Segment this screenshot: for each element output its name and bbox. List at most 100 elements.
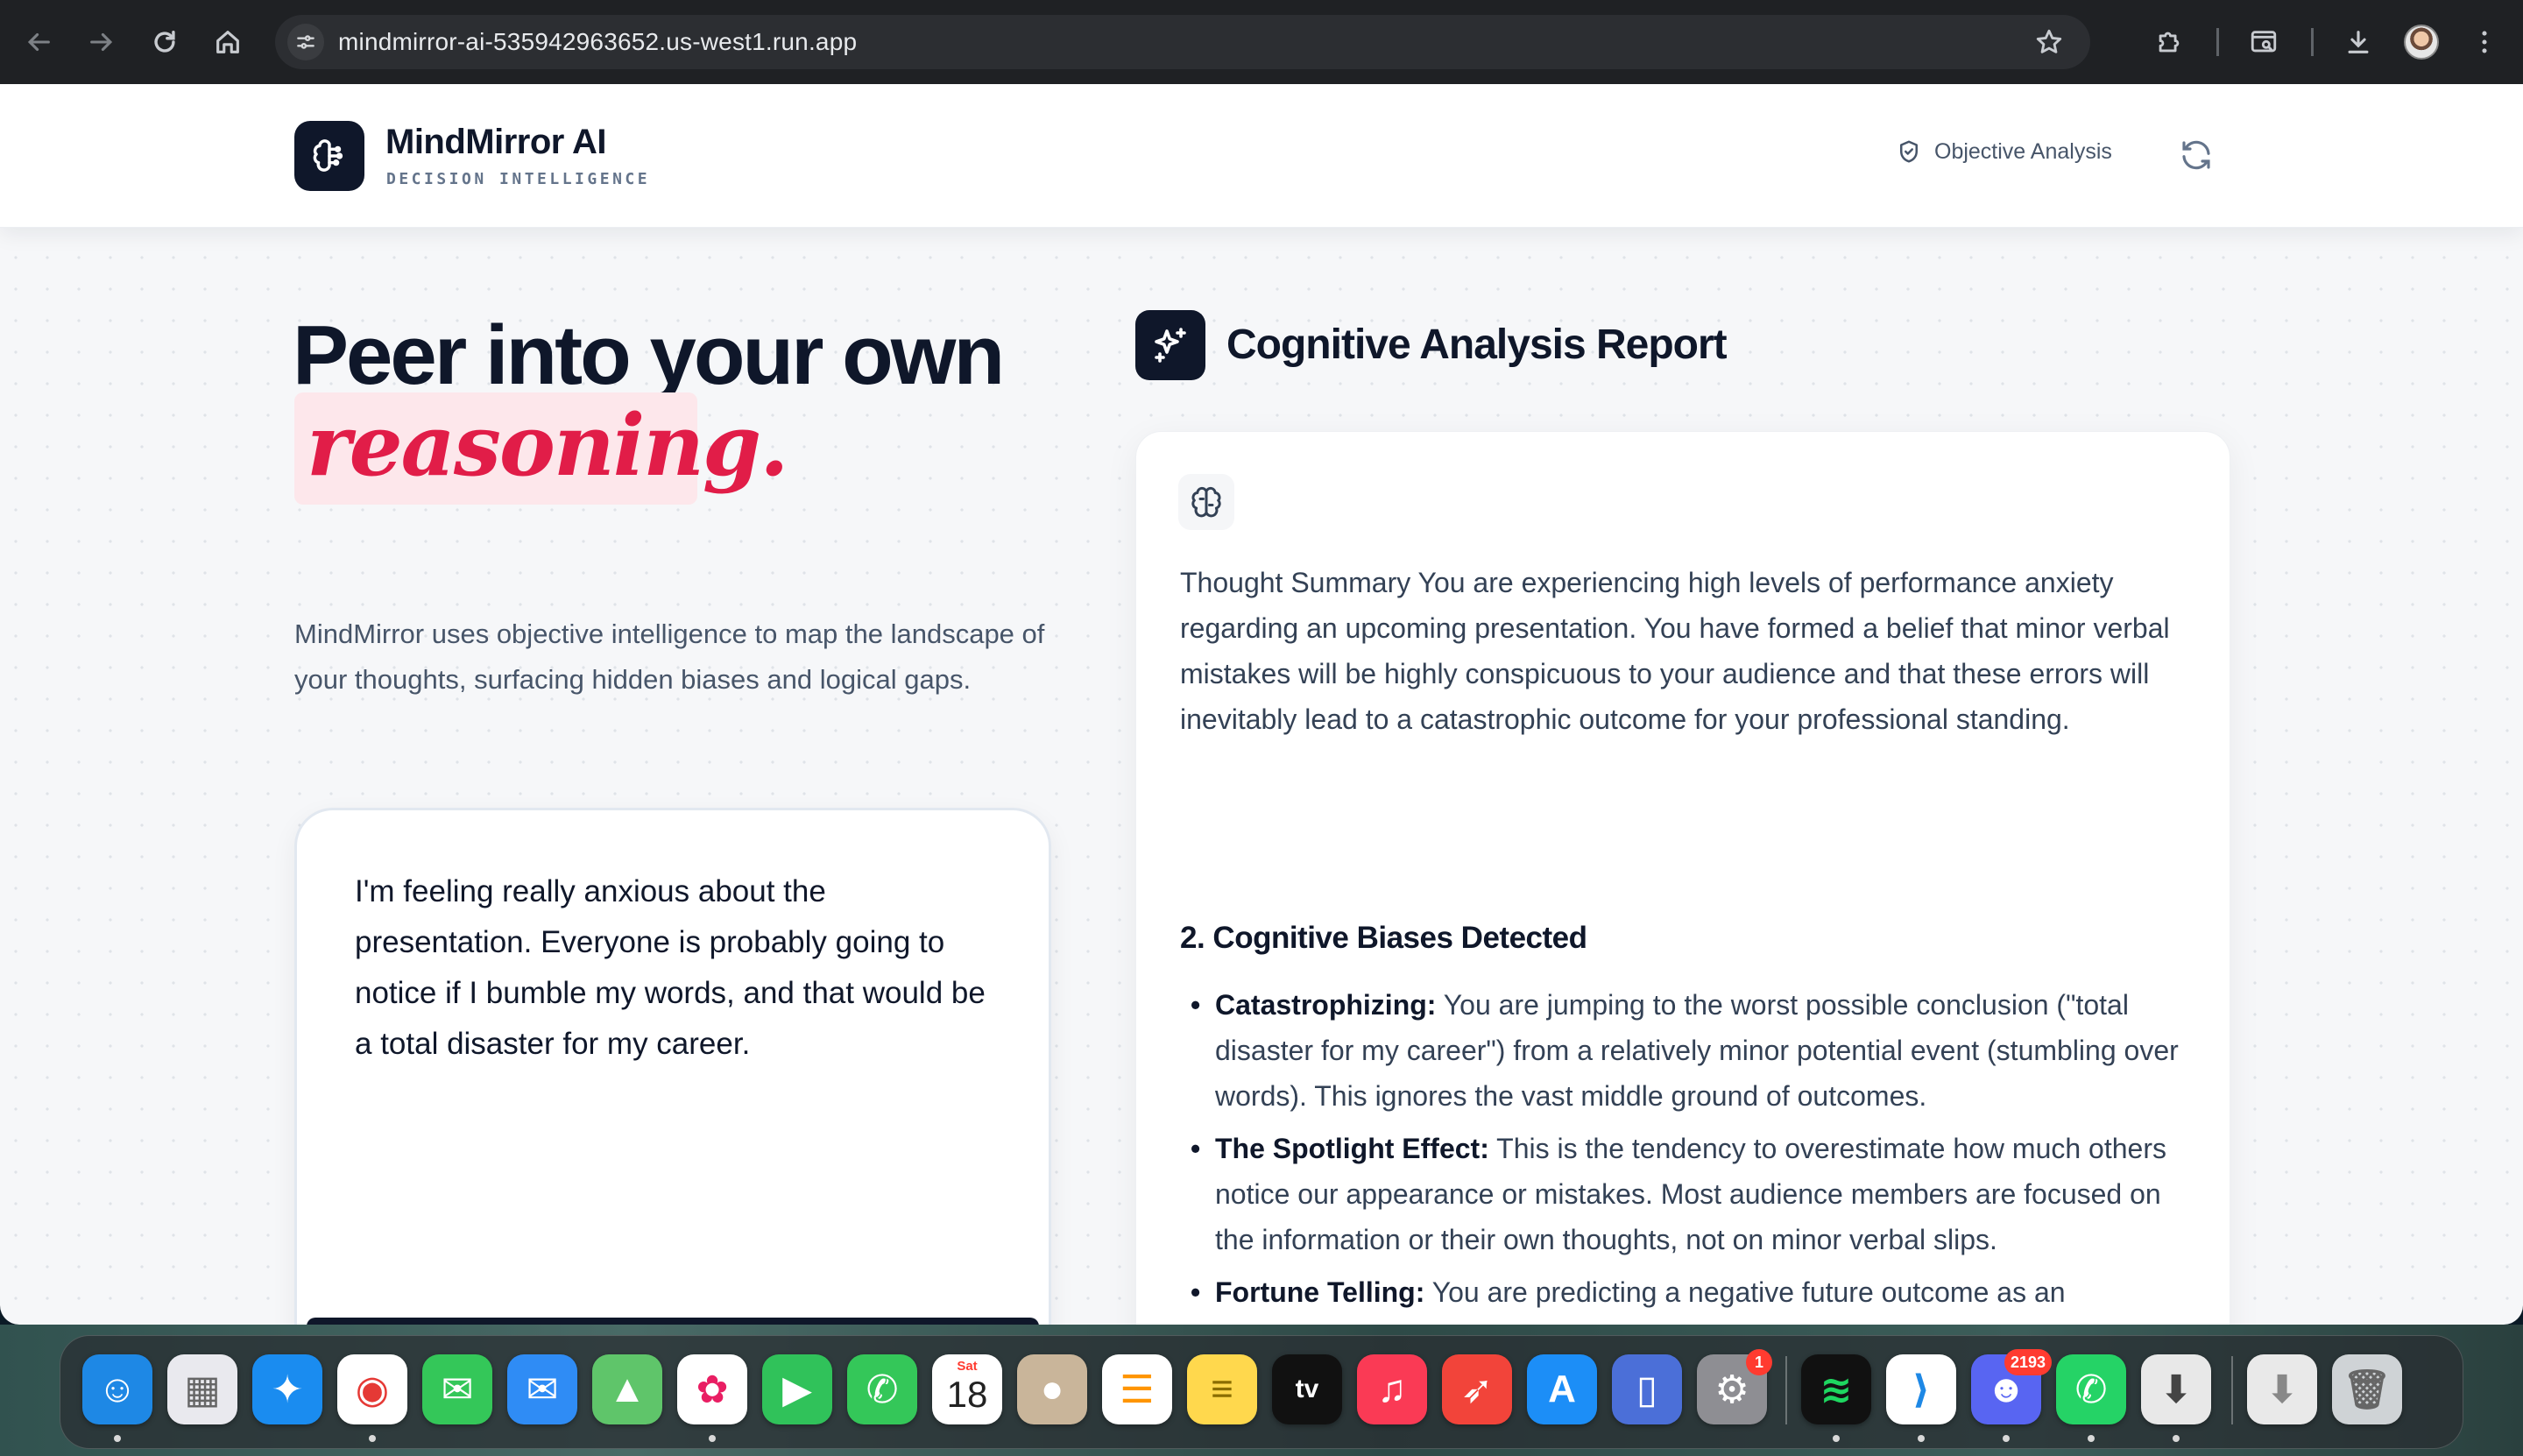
url-text[interactable]: mindmirror-ai-535942963652.us-west1.run.… [338,28,857,56]
tab-search-button[interactable] [2243,21,2285,63]
music-glyph: ♫ [1377,1368,1407,1410]
bias-name: Catastrophizing: [1215,989,1437,1021]
report-title: Cognitive Analysis Report [1226,322,1728,368]
brain-outline-icon [1191,486,1221,518]
messages-glyph: ✉ [441,1368,474,1411]
whatsapp-glyph: ✆ [2074,1368,2108,1411]
dock-chrome-icon[interactable]: ◉ [337,1354,407,1424]
running-indicator [1833,1435,1840,1442]
dock-app-store-icon[interactable]: A [1527,1354,1597,1424]
dock-rocket-icon[interactable]: ➶ [1442,1354,1512,1424]
more-vertical-icon [2482,31,2487,53]
discord-notification-badge: 2193 [2004,1349,2053,1375]
site-settings-button[interactable] [287,24,324,60]
dock-messages-icon[interactable]: ✉ [422,1354,492,1424]
contacts-glyph: ● [1040,1368,1064,1410]
arrow-left-icon [27,32,50,52]
profile-button[interactable] [2400,21,2442,63]
dock-contacts-icon[interactable]: ● [1017,1354,1087,1424]
page-viewport: MindMirror AI DECISION INTELLIGENCE Obje… [0,84,2523,1325]
menu-button[interactable] [2463,21,2505,63]
dock-whatsapp-icon[interactable]: ✆ [2056,1354,2126,1424]
dock-mail-icon[interactable]: ✉ [507,1354,577,1424]
back-button[interactable] [18,21,60,63]
safari-glyph: ✦ [271,1368,304,1411]
forward-button[interactable] [81,21,123,63]
dock-trash-icon[interactable]: 🗑 [2332,1354,2402,1424]
list-item: • Catastrophizing: You are jumping to the… [1191,989,2179,1112]
dock-finder-icon[interactable]: ☺ [82,1354,152,1424]
thought-input[interactable]: I'm feeling really anxious about the pre… [355,866,1003,1070]
dock-installer-icon[interactable]: ⬇ [2141,1354,2211,1424]
list-item: • Fortune Telling: You are predicting a n… [1180,1269,2205,1325]
dock-notes-icon[interactable]: ≡ [1187,1354,1257,1424]
dock-launchpad-icon[interactable]: ▦ [167,1354,237,1424]
dock-safari-icon[interactable]: ✦ [252,1354,322,1424]
dock-calendar-icon[interactable]: Sat 18 [932,1354,1002,1424]
thought-input-card[interactable]: I'm feeling really anxious about the pre… [294,808,1051,1325]
toolbar-divider [2216,28,2219,56]
reload-button[interactable] [144,21,186,63]
bias-list: • Catastrophizing: You are jumping to the… [1180,982,2205,1325]
dock-spotify-icon[interactable]: ≋ [1801,1354,1871,1424]
browser-toolbar: mindmirror-ai-535942963652.us-west1.run.… [0,0,2523,84]
simulator-glyph: ▯ [1636,1368,1658,1411]
spotify-glyph: ≋ [1820,1368,1853,1411]
dock-music-icon[interactable]: ♫ [1357,1354,1427,1424]
running-indicator [709,1435,716,1442]
report-icon [1135,310,1205,380]
dock-phone-icon[interactable]: ✆ [847,1354,917,1424]
photos-glyph: ✿ [696,1368,729,1411]
running-indicator [2088,1435,2095,1442]
objective-label: Objective Analysis [1934,138,2112,164]
sparkles-icon [1155,328,1186,363]
logo[interactable] [294,121,364,191]
tab-search-icon [2251,31,2277,53]
settings-notification-badge: 1 [1746,1349,1772,1375]
reminders-glyph: ☰ [1120,1368,1155,1411]
dock-reminders-icon[interactable]: ☰ [1102,1354,1172,1424]
hero-heading: Peer into your own [293,308,1005,402]
app-header: MindMirror AI DECISION INTELLIGENCE Obje… [0,84,2523,228]
biases-heading: 2. Cognitive Biases Detected [1180,921,1587,955]
vscode-glyph: ⟩ [1912,1368,1931,1411]
running-indicator [2003,1435,2010,1442]
dock-simulator-icon[interactable]: ▯ [1612,1354,1682,1424]
extensions-button[interactable] [2148,21,2190,63]
phone-glyph: ✆ [866,1368,899,1411]
bookmark-star-icon[interactable] [2034,27,2064,57]
download-icon [2348,31,2369,53]
running-indicator [369,1435,376,1442]
installer-glyph: ⬇ [2159,1368,2193,1411]
brain-circuit-icon [313,139,343,172]
maps-glyph: ▲ [608,1368,647,1410]
toolbar-divider [2311,28,2314,56]
home-icon [216,31,239,53]
analyze-button-edge[interactable] [307,1318,1039,1325]
arrow-right-icon [90,32,113,52]
downloads-button[interactable] [2337,21,2379,63]
dock-downloads-stack-icon[interactable]: ⬇ [2247,1354,2317,1424]
objective-analysis-badge: Objective Analysis [1896,138,2112,165]
shield-check-icon [1900,140,1918,163]
dock-vscode-icon[interactable]: ⟩ [1886,1354,1956,1424]
puzzle-icon [2159,32,2180,53]
refresh-icon[interactable] [2178,137,2215,173]
launchpad-glyph: ▦ [184,1368,221,1411]
hero-description: MindMirror uses objective intelligence t… [294,618,1045,695]
downloads-stack-glyph: ⬇ [2265,1368,2299,1411]
home-button[interactable] [207,21,249,63]
dock-photos-icon[interactable]: ✿ [677,1354,747,1424]
apple-tv-glyph: tv [1295,1375,1319,1403]
brand-subtitle: DECISION INTELLIGENCE [386,170,651,188]
dock-facetime-icon[interactable]: ▶ [762,1354,832,1424]
trash-glyph: 🗑 [2343,1368,2392,1411]
address-bar[interactable]: mindmirror-ai-535942963652.us-west1.run.… [275,15,2090,69]
dock-apple-tv-icon[interactable]: tv [1272,1354,1342,1424]
thought-summary: Thought Summary You are experiencing hig… [1180,567,2170,735]
bias-name: Fortune Telling: [1215,1276,1425,1308]
dock-separator [2231,1356,2233,1424]
tune-icon [297,35,314,49]
rocket-glyph: ➶ [1460,1368,1494,1411]
dock-maps-icon[interactable]: ▲ [592,1354,662,1424]
